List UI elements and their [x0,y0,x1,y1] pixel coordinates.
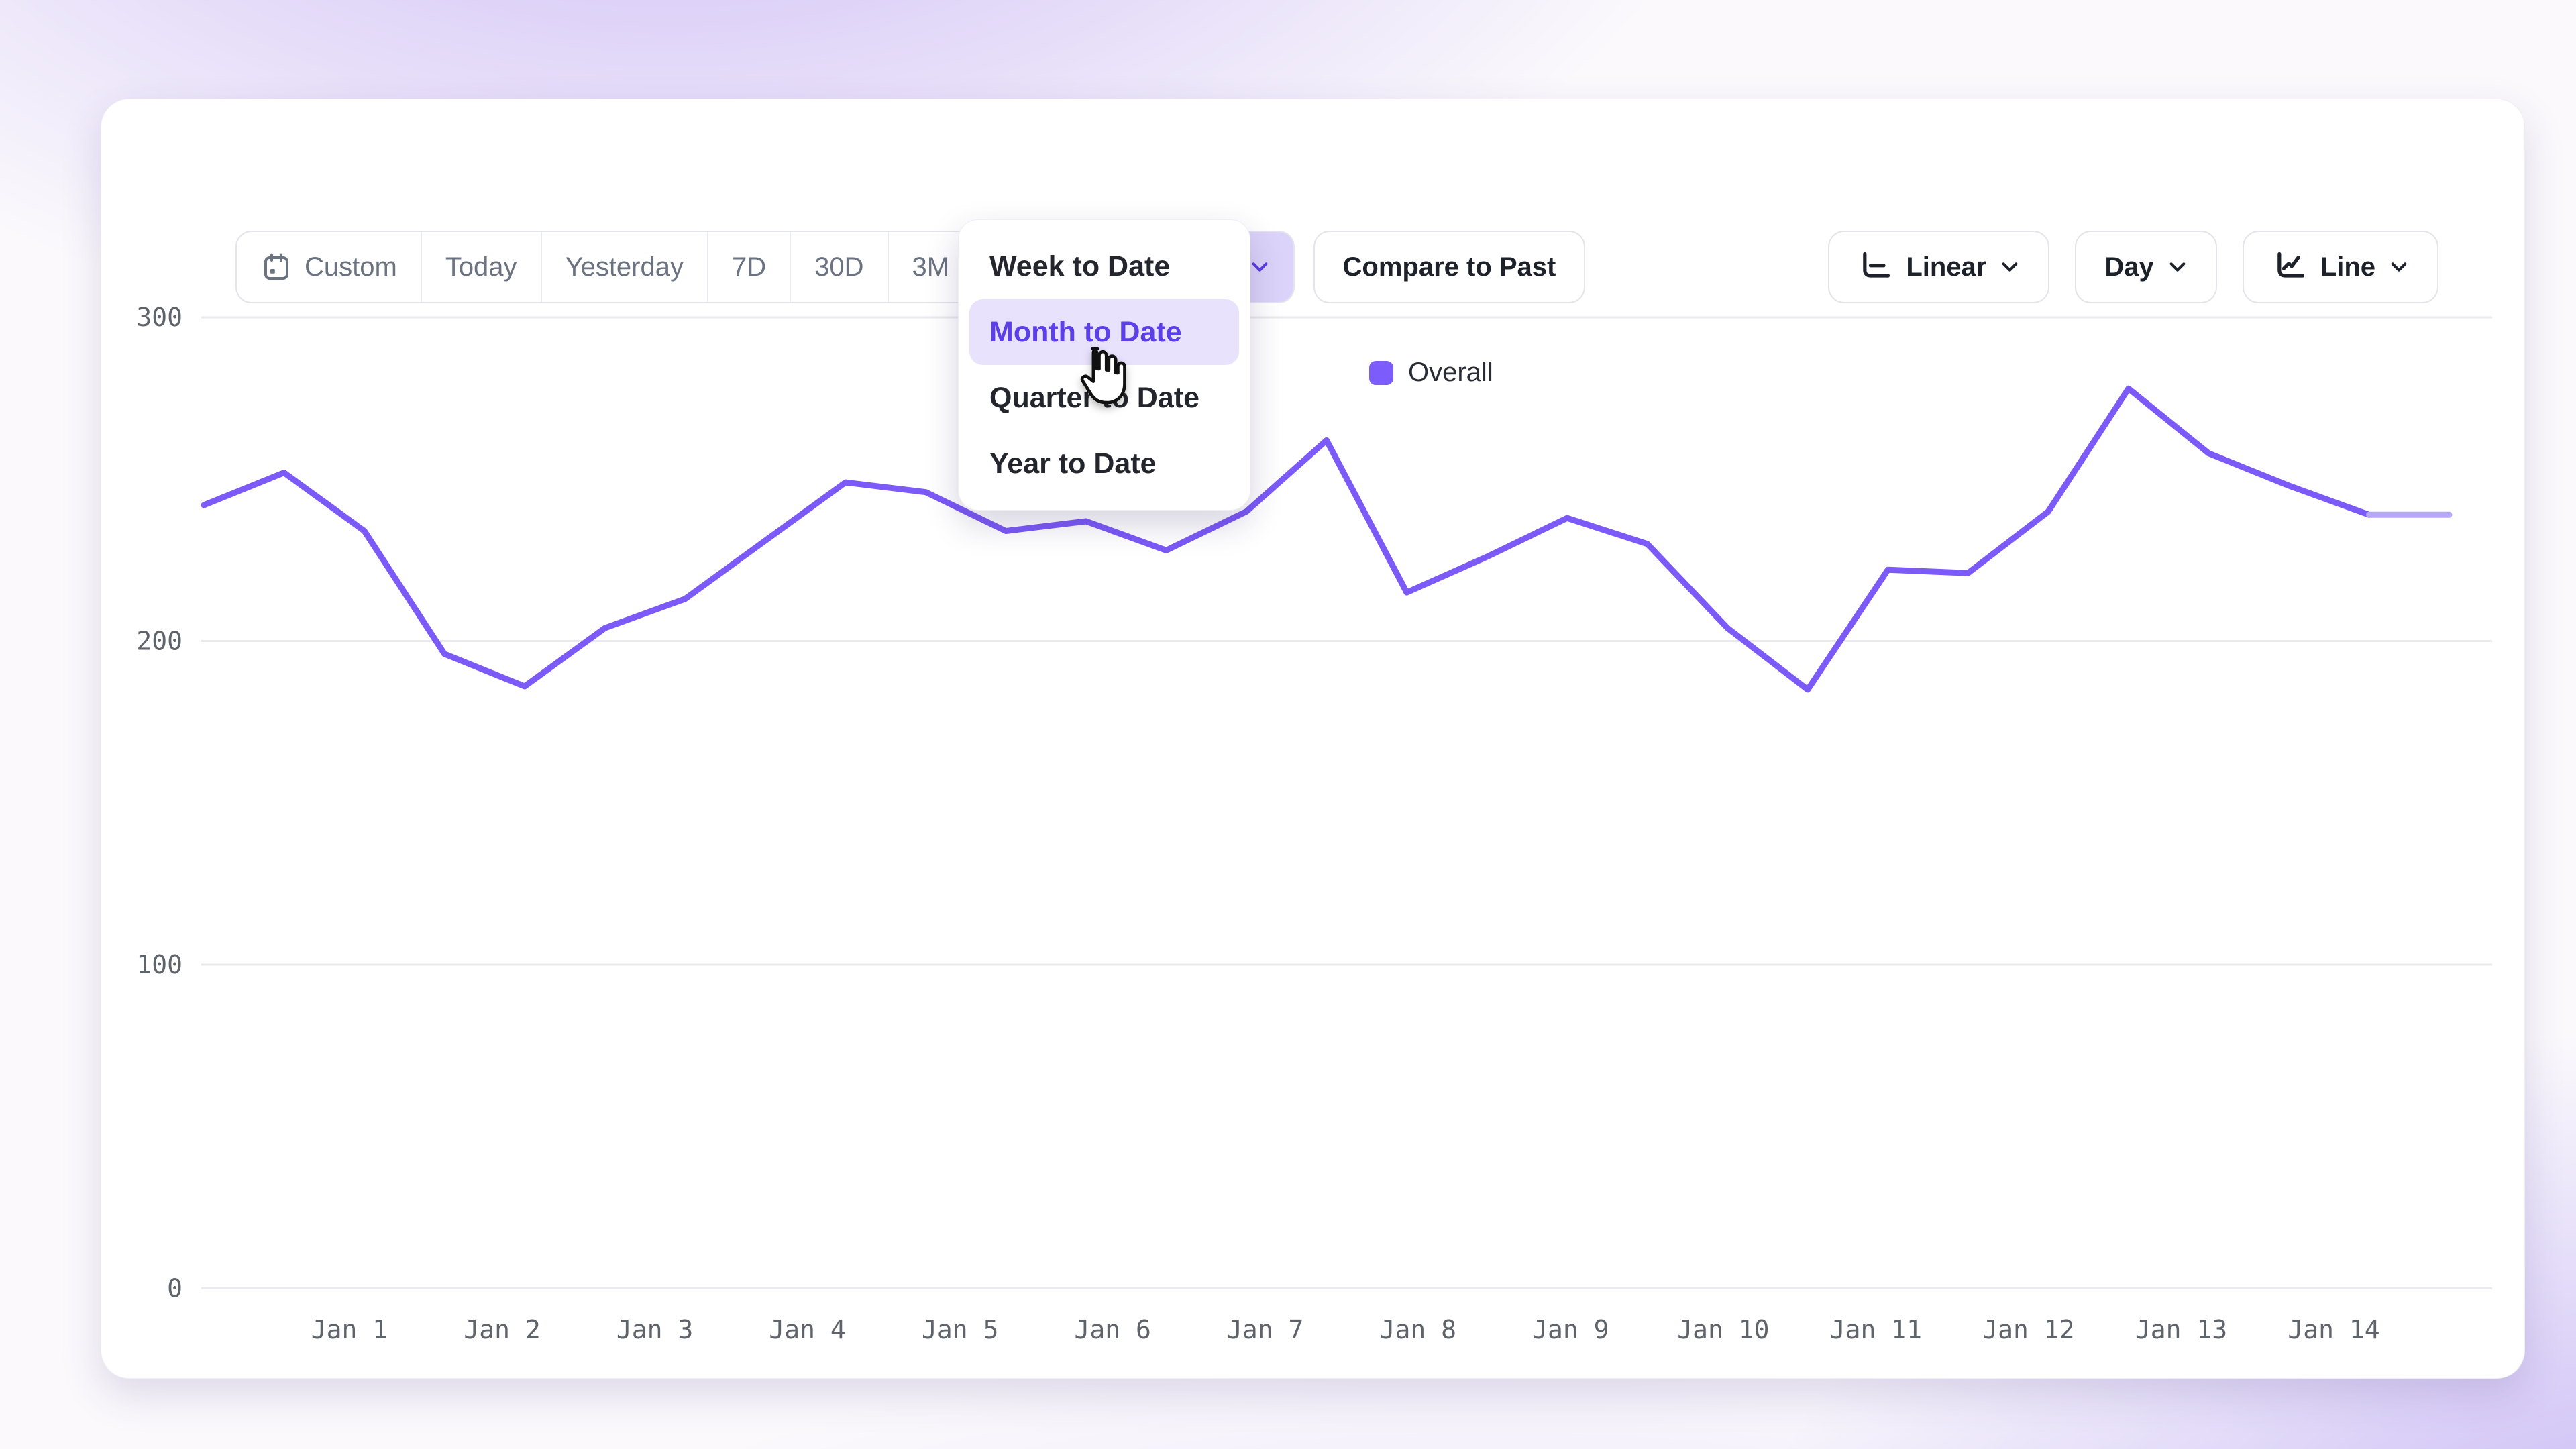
range-button-label: 3M [912,252,950,282]
range-button-custom[interactable]: Custom [237,232,421,302]
chevron-down-icon [1250,257,1270,277]
scale-dropdown-label: Linear [1906,252,1986,282]
range-button-label: Custom [305,252,397,282]
scale-dropdown-button[interactable]: Linear [1828,231,2049,303]
chart-type-dropdown-button[interactable]: Line [2243,231,2438,303]
menu-item-week-to-date[interactable]: Week to Date [969,233,1239,299]
menu-item-year-to-date[interactable]: Year to Date [969,431,1239,496]
range-button-label: Today [445,252,517,282]
range-button-today[interactable]: Today [421,232,541,302]
chevron-down-icon [2167,257,2188,277]
toolbar: CustomTodayYesterday7D30D3M6M12MXTD Comp… [235,232,2438,302]
chevron-down-icon [2000,257,2020,277]
line-chart-icon [2272,250,2307,284]
legend-swatch [1369,361,1393,385]
legend-label: Overall [1408,358,1493,388]
range-button-yesterday[interactable]: Yesterday [541,232,707,302]
menu-item-label: Week to Date [989,250,1170,283]
compare-to-past-button[interactable]: Compare to Past [1313,231,1586,303]
chart-option-buttons: Linear Day Line [1828,231,2438,303]
chevron-down-icon [2389,257,2409,277]
menu-item-label: Year to Date [989,447,1157,480]
calendar-icon [260,251,292,283]
axis-scale-icon [1858,250,1892,284]
range-button-label: 30D [814,252,863,282]
interval-dropdown-label: Day [2104,252,2153,282]
hand-cursor-icon [1072,343,1130,408]
range-button-7d[interactable]: 7D [707,232,790,302]
chart-legend: Overall [1369,358,1493,388]
interval-dropdown-button[interactable]: Day [2075,231,2216,303]
range-button-label: Yesterday [566,252,684,282]
range-button-30d[interactable]: 30D [790,232,887,302]
analytics-card: CustomTodayYesterday7D30D3M6M12MXTD Comp… [101,99,2525,1379]
chart-type-dropdown-label: Line [2320,252,2375,282]
range-button-label: 7D [732,252,766,282]
compare-to-past-label: Compare to Past [1343,252,1556,282]
